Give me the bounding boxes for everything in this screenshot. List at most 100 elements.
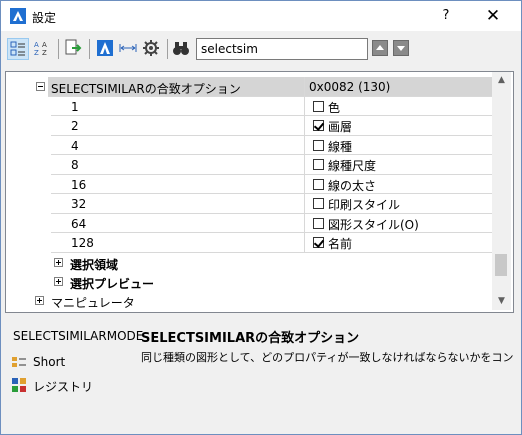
export-button[interactable] <box>63 38 85 60</box>
option-checkbox[interactable] <box>313 217 324 229</box>
categorized-view-icon <box>10 41 25 56</box>
group-label: 選択プレビュー <box>70 277 155 291</box>
collapse-icon[interactable] <box>36 82 45 91</box>
toolbar-separator <box>167 39 168 59</box>
previous-match-button[interactable] <box>372 40 388 56</box>
help-button[interactable]: ? <box>431 6 461 26</box>
find-binoculars-icon <box>173 42 189 55</box>
variable-name: SELECTSIMILARMODE <box>13 329 144 343</box>
table-row[interactable]: 1 色 <box>6 96 492 116</box>
tree-group-manipulator[interactable]: マニピュレータ <box>6 291 492 311</box>
option-code: 4 <box>71 138 79 153</box>
table-row[interactable]: 64 図形スタイル(O) <box>6 213 492 233</box>
option-code: 1 <box>71 99 79 114</box>
option-value-cell: 線種尺度 <box>305 155 492 175</box>
option-code: 32 <box>71 197 87 211</box>
option-value-cell: 色 <box>305 97 492 116</box>
option-checkbox[interactable] <box>313 198 324 209</box>
toolbar-separator <box>89 39 90 59</box>
option-checkbox[interactable] <box>313 237 324 248</box>
option-label: 色 <box>328 100 341 115</box>
option-checkbox[interactable] <box>313 100 324 112</box>
option-code: 2 <box>71 119 79 133</box>
tree-group-selection-area[interactable]: 選択領域 <box>6 253 492 273</box>
option-code-cell: 4 <box>51 135 305 155</box>
option-code-cell: 64 <box>51 213 305 233</box>
table-row[interactable]: 8 線種尺度 <box>6 155 492 175</box>
drawing-settings-icon <box>97 40 113 56</box>
svg-text:Z: Z <box>34 49 39 57</box>
value-type-label: Short <box>33 355 66 369</box>
drawing-settings-button[interactable] <box>95 38 117 60</box>
close-button[interactable]: ✕ <box>471 4 515 28</box>
option-value-cell: 線種 <box>305 136 492 155</box>
settings-button[interactable] <box>141 38 163 60</box>
vertical-scrollbar[interactable]: ▲ ▼ <box>492 72 511 310</box>
option-code: 8 <box>71 158 79 172</box>
scroll-thumb[interactable] <box>495 254 507 276</box>
option-checkbox[interactable] <box>313 139 324 151</box>
option-code-cell: 8 <box>51 155 305 175</box>
categorized-view-button[interactable] <box>7 38 29 60</box>
option-code-cell: 128 <box>51 233 305 253</box>
tree-group-value-cell: 0x0082 (130) <box>305 77 492 97</box>
group-label: マニピュレータ <box>51 296 135 310</box>
alphabetical-view-button[interactable]: A Z A Z <box>32 38 54 60</box>
short-type-icon <box>12 357 26 367</box>
option-value-cell: 名前 <box>305 233 492 253</box>
table-row[interactable]: 32 印刷スタイル <box>6 194 492 214</box>
tree-group-header[interactable]: SELECTSIMILARの合致オプション 0x0082 (130) <box>6 77 492 97</box>
description-title: SELECTSIMILARの合致オプション <box>141 331 360 346</box>
scroll-down-icon[interactable]: ▼ <box>492 293 511 310</box>
description-text: 同じ種類の図形として、どのプロパティが一致しなければならないかをコントロ・ <box>141 351 517 364</box>
option-code: 64 <box>71 216 87 231</box>
table-row[interactable]: 128 名前 <box>6 233 492 253</box>
option-checkbox[interactable] <box>313 120 324 131</box>
option-label: 名前 <box>328 237 353 251</box>
toolbar: A Z A Z <box>1 31 521 67</box>
settings-window: 設定 ? ✕ A Z A Z selectsim SELECTSIMILARの合… <box>0 0 522 435</box>
expand-icon[interactable] <box>54 258 63 267</box>
option-value-cell: 画層 <box>305 116 492 136</box>
option-checkbox[interactable] <box>313 159 324 170</box>
settings-gear-icon <box>143 40 159 56</box>
tree-group-selection-preview[interactable]: 選択プレビュー <box>6 272 492 292</box>
option-value-cell: 線の太さ <box>305 175 492 194</box>
alphabetical-view-icon: A Z A Z <box>34 41 47 57</box>
next-match-icon <box>397 46 405 51</box>
option-code-cell: 2 <box>51 116 305 136</box>
option-label: 図形スタイル(O) <box>328 217 419 232</box>
expand-icon[interactable] <box>54 277 63 286</box>
registry-icon <box>12 378 26 392</box>
previous-match-icon <box>376 45 384 50</box>
next-match-button[interactable] <box>393 40 409 56</box>
option-label: 印刷スタイル <box>328 198 401 212</box>
group-label: 選択領域 <box>70 258 119 272</box>
storage-location-label: レジストリ <box>33 380 94 394</box>
svg-text:A: A <box>42 41 47 49</box>
option-code: 16 <box>71 177 87 192</box>
option-code-cell: 1 <box>51 96 305 116</box>
option-label: 線の太さ <box>328 178 377 193</box>
group-value: 0x0082 (130) <box>309 80 391 94</box>
option-label: 線種 <box>328 139 353 154</box>
option-checkbox[interactable] <box>313 178 324 190</box>
description-area: 同じ種類の図形として、どのプロパティが一致しなければならないかをコントロ・ <box>141 345 517 431</box>
svg-text:A: A <box>34 41 39 49</box>
option-value-cell: 印刷スタイル <box>305 194 492 214</box>
option-code-cell: 32 <box>51 194 305 214</box>
scroll-up-icon[interactable]: ▲ <box>492 72 511 89</box>
find-button[interactable] <box>171 38 193 60</box>
dimension-settings-button[interactable] <box>118 38 140 60</box>
title-bar: 設定 ? ✕ <box>1 1 521 31</box>
option-label: 画層 <box>328 120 353 134</box>
expand-icon[interactable] <box>35 296 44 305</box>
window-title: 設定 <box>32 11 57 25</box>
search-input[interactable] <box>196 38 368 60</box>
table-row[interactable]: 4 線種 <box>6 135 492 155</box>
table-row[interactable]: 16 線の太さ <box>6 174 492 194</box>
option-code: 128 <box>71 236 94 250</box>
settings-tree: SELECTSIMILARの合致オプション 0x0082 (130) 1 色 2… <box>5 71 514 313</box>
svg-text:Z: Z <box>42 49 47 57</box>
table-row[interactable]: 2 画層 <box>6 116 492 136</box>
